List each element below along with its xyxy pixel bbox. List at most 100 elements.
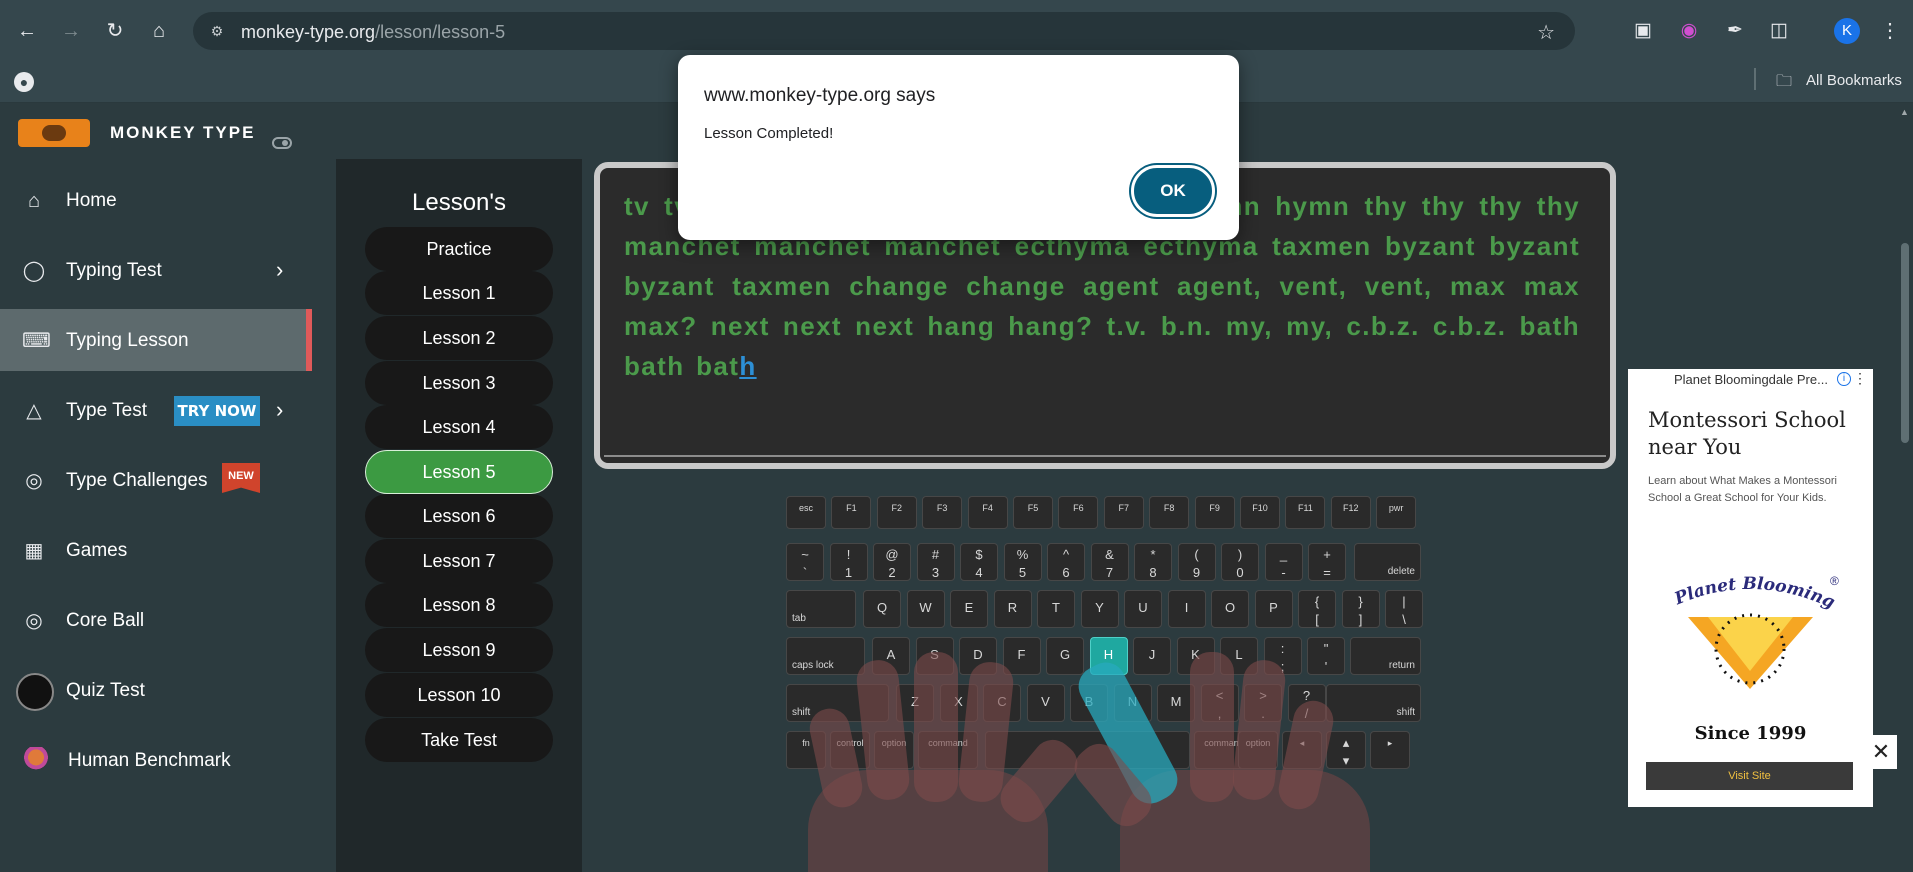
- key-blank-8[interactable]: ▴ ▾: [1326, 731, 1366, 769]
- take-test-button[interactable]: Take Test: [365, 718, 553, 762]
- close-icon[interactable]: ✕: [1864, 735, 1898, 769]
- forward-arrow-icon[interactable]: →: [58, 18, 84, 44]
- lesson-button-3[interactable]: Lesson 3: [365, 361, 553, 405]
- sidebar-item-games[interactable]: ▦ Games: [0, 519, 312, 581]
- key-blank[interactable]: {[: [1298, 590, 1336, 628]
- lesson-button-10[interactable]: Lesson 10: [365, 673, 553, 717]
- key-shift-right[interactable]: shift: [1326, 684, 1421, 722]
- key-f9[interactable]: F9: [1194, 496, 1235, 529]
- key-blank-9[interactable]: ▸: [1370, 731, 1410, 769]
- sidebar-item-core-ball[interactable]: ◎ Core Ball: [0, 589, 312, 651]
- key-7[interactable]: & 7: [1090, 543, 1129, 581]
- key-tab[interactable]: tab: [786, 590, 856, 628]
- sidebar-item-type-test[interactable]: △ Type Test TRY NOW ›: [0, 379, 312, 441]
- url-text[interactable]: monkey-type.org/lesson/lesson-5: [241, 22, 505, 43]
- lesson-button-1[interactable]: Lesson 1: [365, 271, 553, 315]
- key-r[interactable]: R: [993, 590, 1032, 628]
- key-3[interactable]: #3: [916, 543, 955, 581]
- key-f6[interactable]: F6: [1058, 496, 1099, 529]
- back-arrow-icon[interactable]: ←: [14, 18, 40, 44]
- key-p[interactable]: P: [1254, 590, 1293, 628]
- puzzle-extensions-icon[interactable]: ◫: [1766, 18, 1792, 44]
- key-q[interactable]: Q: [863, 590, 901, 628]
- star-icon[interactable]: ☆: [1537, 20, 1555, 45]
- key-u[interactable]: U: [1124, 590, 1162, 628]
- key-f11[interactable]: F11: [1285, 496, 1326, 529]
- scroll-thumb[interactable]: [1901, 243, 1909, 443]
- key-f12[interactable]: F12: [1330, 496, 1371, 529]
- key-w[interactable]: W: [906, 590, 945, 628]
- key-f8[interactable]: F8: [1149, 496, 1190, 529]
- key-2[interactable]: @2: [873, 543, 911, 581]
- theme-toggle-icon[interactable]: [272, 137, 292, 149]
- site-settings-icon[interactable]: ⚙: [207, 21, 227, 41]
- key-blank[interactable]: | \: [1385, 590, 1423, 628]
- chevron-right-icon[interactable]: ›: [276, 257, 283, 283]
- profile-avatar[interactable]: K: [1834, 18, 1860, 44]
- lesson-button-9[interactable]: Lesson 9: [365, 628, 553, 672]
- key-f5[interactable]: F5: [1013, 496, 1053, 529]
- eyedropper-icon[interactable]: ✒: [1722, 18, 1748, 44]
- key-g[interactable]: G: [1046, 637, 1084, 675]
- color-picker-icon[interactable]: ◉: [1676, 18, 1702, 44]
- key-1[interactable]: ! 1: [829, 543, 868, 581]
- key-6[interactable]: ^ 6: [1047, 543, 1085, 581]
- key-blank[interactable]: " ': [1307, 637, 1345, 675]
- camera-icon[interactable]: ▣: [1630, 18, 1656, 44]
- lesson-button-practice[interactable]: Practice: [365, 227, 553, 271]
- key-blank[interactable]: + =: [1308, 543, 1346, 581]
- sidebar-item-typing-test[interactable]: ◯ Typing Test ›: [0, 239, 312, 301]
- sidebar-item-home[interactable]: ⌂ Home: [0, 169, 312, 231]
- key-y[interactable]: Y: [1080, 590, 1119, 628]
- monkey-logo[interactable]: [18, 119, 90, 147]
- key-0[interactable]: ) 0: [1221, 543, 1259, 581]
- key-f10[interactable]: F10: [1240, 496, 1280, 529]
- scroll-up-arrow-icon[interactable]: ▲: [1900, 107, 1909, 117]
- key-caps-lock[interactable]: caps lock: [786, 637, 865, 675]
- key-j[interactable]: J: [1133, 637, 1171, 675]
- key-pwr[interactable]: pwr: [1376, 496, 1417, 529]
- globe-icon[interactable]: ●: [14, 72, 34, 92]
- key-delete[interactable]: delete: [1354, 543, 1421, 581]
- key-f4[interactable]: F4: [967, 496, 1008, 529]
- key-v[interactable]: V: [1026, 684, 1065, 722]
- lesson-button-6[interactable]: Lesson 6: [365, 494, 553, 538]
- key-t[interactable]: T: [1037, 590, 1075, 628]
- sidebar-item-human-benchmark[interactable]: Human Benchmark: [0, 729, 312, 791]
- ok-button[interactable]: OK: [1131, 165, 1215, 217]
- key-f3[interactable]: F3: [922, 496, 963, 529]
- key-esc[interactable]: esc: [786, 496, 826, 529]
- key-blank[interactable]: ~ `: [786, 543, 824, 581]
- key-i[interactable]: I: [1167, 590, 1206, 628]
- reload-icon[interactable]: ↻: [102, 18, 128, 44]
- lesson-button-5[interactable]: Lesson 5: [365, 450, 553, 494]
- try-now-badge[interactable]: TRY NOW: [174, 396, 260, 426]
- scrollbar[interactable]: ▲: [1897, 103, 1913, 872]
- home-icon[interactable]: ⌂: [146, 18, 172, 44]
- chevron-right-icon[interactable]: ›: [276, 397, 283, 423]
- key-5[interactable]: % 5: [1003, 543, 1042, 581]
- ad-menu-icon[interactable]: ⋮: [1853, 370, 1867, 387]
- visit-site-button[interactable]: Visit Site: [1646, 762, 1853, 790]
- lesson-button-2[interactable]: Lesson 2: [365, 316, 553, 360]
- key-4[interactable]: $4: [960, 543, 998, 581]
- info-icon[interactable]: i: [1837, 372, 1851, 386]
- key-8[interactable]: * 8: [1134, 543, 1172, 581]
- key-o[interactable]: O: [1211, 590, 1249, 628]
- key-e[interactable]: E: [950, 590, 988, 628]
- kebab-menu-icon[interactable]: ⋮: [1880, 18, 1900, 43]
- address-bar[interactable]: ⚙ monkey-type.org/lesson/lesson-5 ☆: [193, 12, 1575, 50]
- lesson-button-7[interactable]: Lesson 7: [365, 539, 553, 583]
- key-f1[interactable]: F1: [831, 496, 872, 529]
- key-blank[interactable]: _ -: [1264, 543, 1303, 581]
- key-f2[interactable]: F2: [876, 496, 917, 529]
- site-logo-text[interactable]: MONKEY TYPE: [110, 123, 255, 143]
- sidebar-item-type-challenges[interactable]: ◎ Type Challenges NEW: [0, 449, 312, 511]
- lesson-button-8[interactable]: Lesson 8: [365, 583, 553, 627]
- sidebar-item-typing-lesson[interactable]: ⌨ Typing Lesson: [0, 309, 312, 371]
- advertisement[interactable]: Planet Bloomingdale Pre... i ⋮ Montessor…: [1628, 369, 1873, 807]
- sidebar-item-quiz-test[interactable]: Quiz Test: [0, 659, 312, 721]
- lesson-button-4[interactable]: Lesson 4: [365, 405, 553, 449]
- key-f7[interactable]: F7: [1103, 496, 1144, 529]
- key-blank[interactable]: }]: [1341, 590, 1380, 628]
